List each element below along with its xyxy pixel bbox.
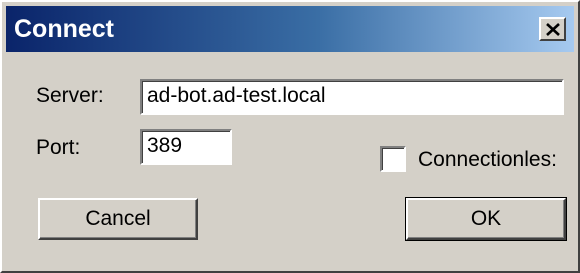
server-label: Server: xyxy=(36,84,104,107)
port-input[interactable]: 389 xyxy=(140,129,232,165)
connectionless-checkbox[interactable] xyxy=(380,146,406,172)
connect-dialog: Connect Server: ad-bot.ad-test.local Por… xyxy=(0,0,580,273)
connectionless-label[interactable]: Connectionles: xyxy=(418,148,557,172)
port-label: Port: xyxy=(36,136,81,159)
server-input[interactable]: ad-bot.ad-test.local xyxy=(140,79,564,115)
title-bar[interactable]: Connect xyxy=(6,6,574,52)
close-icon xyxy=(546,23,560,36)
ok-button[interactable]: OK xyxy=(405,197,567,241)
close-button[interactable] xyxy=(539,17,566,41)
dialog-title: Connect xyxy=(14,15,114,43)
cancel-button[interactable]: Cancel xyxy=(38,198,198,240)
